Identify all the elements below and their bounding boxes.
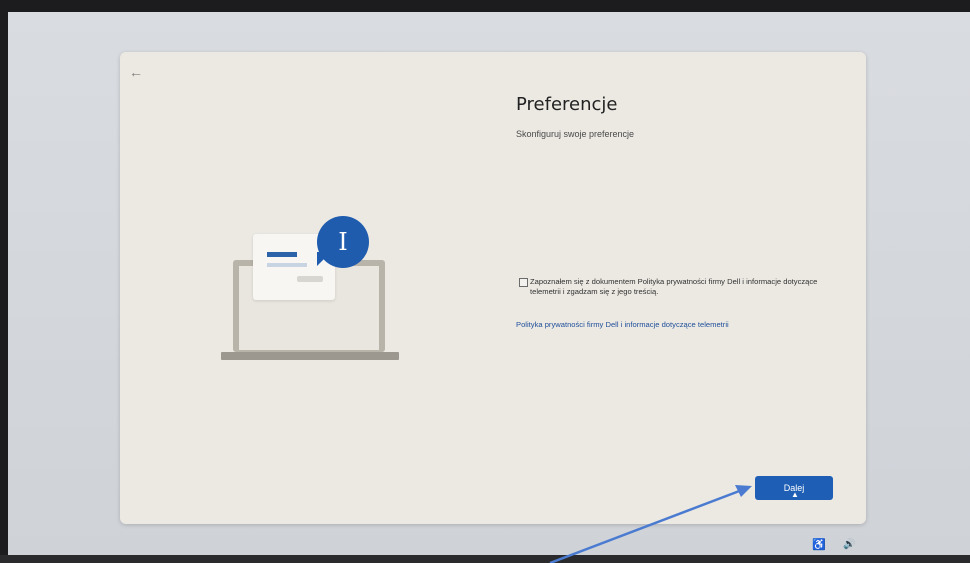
laptop-base: [221, 352, 399, 360]
document-line: [297, 276, 323, 282]
document-line: [267, 252, 297, 257]
volume-icon[interactable]: 🔊: [843, 538, 857, 552]
privacy-policy-link[interactable]: Polityka prywatności firmy Dell i inform…: [516, 320, 729, 329]
document-line: [267, 263, 307, 267]
back-arrow-icon[interactable]: ←: [129, 64, 145, 80]
consent-label: Zapoznałem się z dokumentem Polityka pry…: [530, 277, 818, 296]
laptop-illustration: I: [219, 212, 404, 362]
monitor-bezel: [0, 555, 970, 563]
page-subtitle: Skonfiguruj swoje preferencje: [516, 129, 635, 139]
text-cursor-icon: I: [338, 228, 348, 256]
mouse-pointer-icon: ▲: [791, 490, 799, 499]
accessibility-icon[interactable]: ♿: [812, 538, 826, 552]
consent-checkbox[interactable]: [519, 278, 528, 287]
page-title: Preferencje: [516, 94, 618, 115]
